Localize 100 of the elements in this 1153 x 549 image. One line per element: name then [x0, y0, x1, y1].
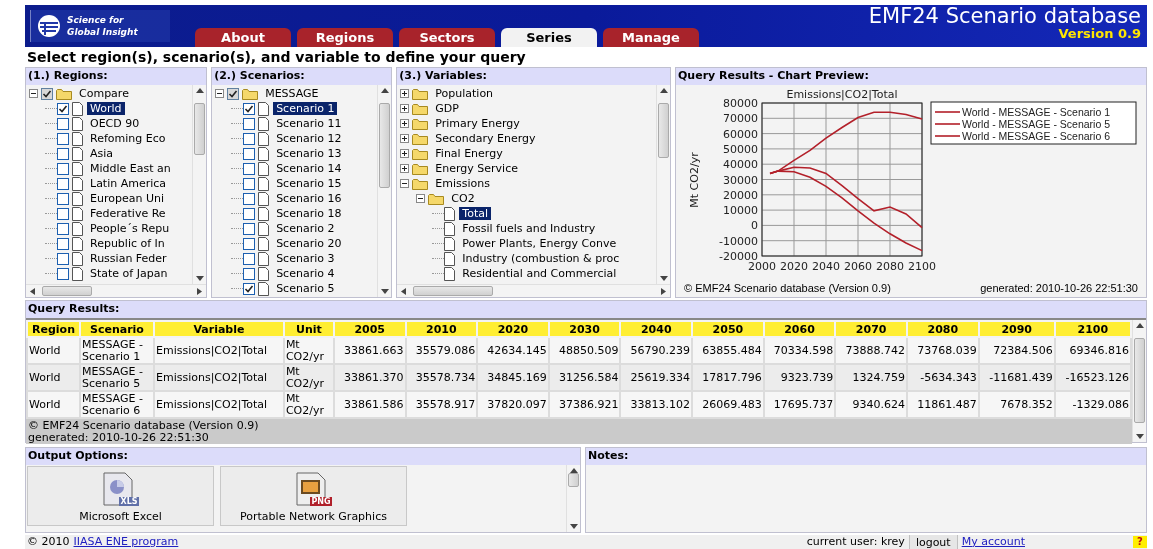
tree-item[interactable]: World — [87, 102, 125, 115]
scroll-up-icon[interactable] — [660, 88, 668, 93]
expand-icon[interactable] — [400, 149, 410, 158]
checkbox[interactable] — [243, 147, 256, 160]
checkbox[interactable] — [243, 117, 256, 130]
checkbox[interactable] — [243, 132, 256, 145]
collapse-icon[interactable] — [29, 89, 38, 98]
tree-item[interactable]: Scenario 5 — [273, 282, 338, 295]
tree-item[interactable]: Scenario 20 — [273, 237, 345, 250]
checkbox[interactable] — [243, 207, 256, 220]
tab[interactable]: Series — [501, 28, 597, 47]
tree-item[interactable]: MESSAGE — [262, 87, 322, 100]
checkbox[interactable] — [57, 192, 69, 205]
tree-item[interactable]: European Uni — [87, 192, 167, 205]
export-option[interactable]: XLS Microsoft Excel — [27, 466, 214, 526]
tree-item[interactable]: Compare — [76, 87, 132, 100]
tree-item[interactable]: Republic of In — [87, 237, 168, 250]
tree-item[interactable]: Scenario 16 — [273, 192, 345, 205]
checkbox[interactable] — [57, 237, 69, 250]
checkbox[interactable] — [57, 132, 69, 145]
checkbox[interactable] — [243, 192, 256, 205]
checkbox[interactable] — [57, 147, 69, 160]
collapse-icon[interactable] — [400, 179, 410, 188]
scroll-left-icon[interactable] — [30, 288, 35, 295]
scroll-down-icon[interactable] — [381, 289, 390, 294]
tree-item[interactable]: CO2 — [448, 192, 478, 205]
scrollbar-thumb[interactable] — [1134, 338, 1145, 423]
checkbox[interactable] — [243, 252, 256, 265]
tree-item[interactable]: Scenario 12 — [273, 132, 345, 145]
tree-item[interactable]: Power Plants, Energy Conve — [459, 237, 620, 250]
scrollbar-thumb[interactable] — [194, 103, 206, 155]
expand-icon[interactable] — [400, 104, 410, 113]
tree-item[interactable]: OECD 90 — [87, 117, 143, 130]
checkbox[interactable] — [57, 102, 69, 115]
scroll-down-icon[interactable] — [660, 276, 668, 281]
scroll-up-icon[interactable] — [381, 88, 390, 93]
scrollbar[interactable] — [26, 284, 207, 297]
tree-item[interactable]: Latin America — [87, 177, 170, 190]
checkbox[interactable] — [57, 207, 69, 220]
scroll-right-icon[interactable] — [661, 288, 666, 295]
tab[interactable]: About — [195, 28, 291, 47]
scrollbar[interactable] — [566, 465, 580, 532]
scroll-down-icon[interactable] — [1136, 434, 1144, 439]
checkbox[interactable] — [57, 252, 69, 265]
expand-icon[interactable] — [400, 119, 410, 128]
scrollbar-thumb[interactable] — [658, 103, 669, 158]
scrollbar[interactable] — [377, 85, 392, 297]
checkbox[interactable] — [57, 267, 69, 280]
tree-item[interactable]: Middle East an — [87, 162, 174, 175]
account-link[interactable]: My account — [961, 533, 1025, 549]
scrollbar-thumb[interactable] — [413, 286, 494, 296]
expand-icon[interactable] — [400, 134, 410, 143]
scrollbar-thumb[interactable] — [42, 286, 92, 296]
scrollbar[interactable] — [656, 85, 670, 284]
tree-item[interactable]: Scenario 14 — [273, 162, 345, 175]
tree-item[interactable]: Scenario 13 — [273, 147, 345, 160]
scroll-up-icon[interactable] — [1136, 323, 1144, 328]
export-option[interactable]: PNG Portable Network Graphics — [220, 466, 407, 526]
checkbox[interactable] — [243, 222, 256, 235]
tree-item[interactable]: Secondary Energy — [432, 132, 539, 145]
tree-item[interactable]: Energy Service — [432, 162, 521, 175]
tree-item[interactable]: Scenario 3 — [273, 252, 338, 265]
tree-item[interactable]: Scenario 4 — [273, 267, 338, 280]
tree-item[interactable]: Scenario 2 — [273, 222, 338, 235]
expand-icon[interactable] — [400, 89, 410, 98]
scroll-down-icon[interactable] — [196, 276, 205, 281]
checkbox[interactable] — [227, 87, 240, 100]
tree-item[interactable]: People´s Repu — [87, 222, 173, 235]
scroll-up-icon[interactable] — [196, 88, 205, 93]
checkbox[interactable] — [41, 87, 53, 100]
checkbox[interactable] — [57, 177, 69, 190]
checkbox[interactable] — [243, 177, 256, 190]
tree-item[interactable]: State of Japan — [87, 267, 171, 280]
checkbox[interactable] — [243, 282, 256, 295]
program-link[interactable]: IIASA ENE program — [73, 533, 179, 549]
tree-item[interactable]: Scenario 1 — [273, 102, 338, 115]
scroll-left-icon[interactable] — [401, 288, 407, 295]
tree-item[interactable]: Federative Re — [87, 207, 169, 220]
expand-icon[interactable] — [400, 164, 410, 173]
tree-item[interactable]: Scenario 18 — [273, 207, 345, 220]
checkbox[interactable] — [57, 162, 69, 175]
checkbox[interactable] — [243, 237, 256, 250]
tree-item[interactable]: Total — [459, 207, 491, 220]
checkbox[interactable] — [57, 117, 69, 130]
tree-item[interactable]: Emissions — [432, 177, 493, 190]
checkbox[interactable] — [243, 267, 256, 280]
collapse-icon[interactable] — [416, 194, 426, 203]
tree-item[interactable]: Final Energy — [432, 147, 506, 160]
tab[interactable]: Manage — [603, 28, 699, 47]
tree-item[interactable]: Population — [432, 87, 497, 100]
collapse-icon[interactable] — [215, 89, 225, 98]
tree-item[interactable]: Russian Feder — [87, 252, 170, 265]
tree-item[interactable]: Scenario 15 — [273, 177, 345, 190]
scrollbar[interactable] — [1132, 320, 1146, 442]
checkbox[interactable] — [57, 222, 69, 235]
tree-item[interactable]: Fossil fuels and Industry — [459, 222, 599, 235]
logout-button[interactable]: logout — [908, 535, 958, 549]
tab[interactable]: Regions — [297, 28, 393, 47]
scrollbar-thumb[interactable] — [568, 473, 579, 487]
tree-item[interactable]: Scenario 11 — [273, 117, 345, 130]
